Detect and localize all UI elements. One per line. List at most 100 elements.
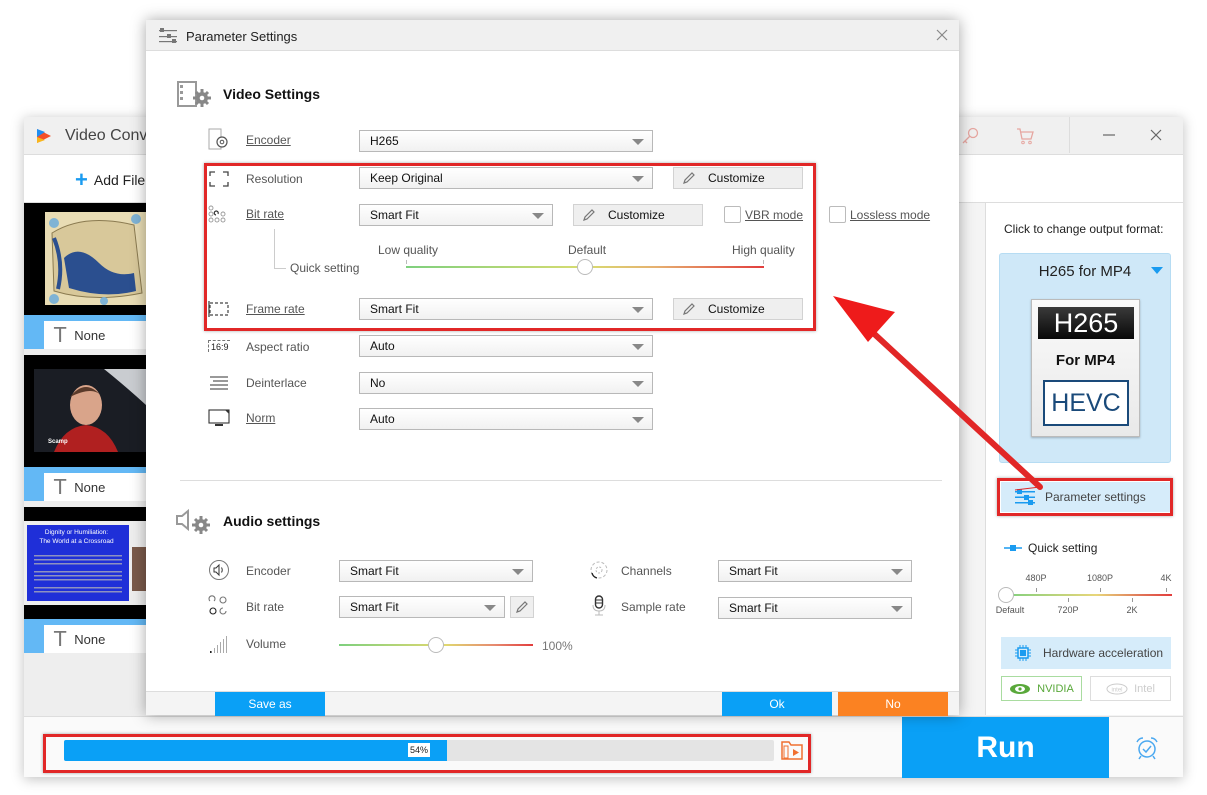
slide-subtitle: The World at a Crossroad (39, 538, 114, 545)
file-item[interactable]: T None (24, 203, 146, 351)
text-icon: T (54, 627, 67, 651)
video-settings-heading: Video Settings (177, 79, 320, 109)
quick-setting-title: Quick setting (1004, 541, 1097, 555)
key-icon[interactable] (960, 126, 980, 146)
tick-mark (1100, 588, 1101, 592)
subtitle-bar: T None (24, 315, 146, 349)
intel-button[interactable]: intel Intel (1090, 676, 1171, 701)
channels-icon (590, 561, 608, 579)
volume-bars-icon (210, 636, 227, 653)
subtitle-select[interactable]: T None (44, 473, 146, 501)
norm-value: Auto (370, 412, 395, 426)
nvidia-eye-icon (1010, 683, 1031, 694)
file-item[interactable]: Dignity or Humiliation: The World at a C… (24, 507, 146, 655)
channels-select[interactable]: Smart Fit (718, 560, 912, 582)
audio-bitrate-edit-button[interactable] (510, 596, 534, 618)
bottom-bar: 54% Run (24, 716, 1183, 778)
format-badge-hevc: HEVC (1043, 380, 1129, 426)
file-item[interactable]: Scamp T None (24, 355, 146, 503)
deinterlace-icon (210, 376, 228, 390)
deinterlace-select[interactable]: No (359, 372, 653, 394)
intel-logo-icon: intel (1106, 683, 1128, 694)
norm-select[interactable]: Auto (359, 408, 653, 430)
alarm-clock-icon[interactable] (1134, 735, 1160, 761)
plus-icon: + (75, 167, 88, 192)
subtitle-select[interactable]: T None (44, 321, 146, 349)
lossless-mode-label[interactable]: Lossless mode (850, 208, 930, 222)
tick-mark (1132, 598, 1133, 602)
no-button[interactable]: No (838, 692, 948, 716)
chevron-down-icon (1151, 267, 1163, 274)
close-icon[interactable] (1146, 125, 1166, 145)
dialog-title-bar: Parameter Settings (146, 20, 959, 51)
sample-rate-select[interactable]: Smart Fit (718, 597, 912, 619)
app-logo-icon (37, 129, 51, 143)
volume-slider-knob[interactable] (428, 637, 444, 653)
checkbox-box[interactable] (829, 206, 846, 223)
video-thumbnail: Dignity or Humiliation: The World at a C… (24, 507, 146, 619)
aspect-ratio-value: Auto (370, 339, 395, 353)
subtitle-value: None (74, 327, 106, 343)
aspect-ratio-select[interactable]: Auto (359, 335, 653, 357)
lossless-mode-checkbox[interactable]: Lossless mode (829, 206, 930, 223)
chevron-down-icon (632, 344, 644, 350)
sliders-icon (159, 28, 177, 43)
file-list: T None Scamp T None Dignity or Humiliati… (24, 203, 146, 716)
quick-setting-knob[interactable] (998, 587, 1014, 603)
chevron-down-icon (632, 381, 644, 387)
subtitle-select[interactable]: T None (44, 625, 146, 653)
encoder-label[interactable]: Encoder (246, 133, 291, 147)
encoder-gear-icon (208, 128, 228, 150)
save-as-button[interactable]: Save as (215, 692, 325, 716)
format-badge-container: For MP4 (1055, 352, 1116, 369)
intel-label: Intel (1134, 682, 1155, 695)
highlight-box (43, 734, 811, 773)
section-divider (180, 480, 942, 481)
quick-setting-icon (1004, 545, 1022, 551)
audio-encoder-value: Smart Fit (350, 564, 399, 578)
close-icon[interactable] (935, 28, 949, 42)
format-badge: H265 For MP4 HEVC (1031, 299, 1140, 437)
webcam-caption: Scamp (48, 439, 68, 445)
chevron-down-icon (891, 606, 903, 612)
tick-label: Default (995, 605, 1025, 615)
audio-bitrate-icon (208, 595, 227, 615)
cart-icon[interactable] (1015, 126, 1035, 146)
tick-mark (1166, 588, 1167, 592)
encoder-select[interactable]: H265 (359, 130, 653, 152)
chevron-down-icon (891, 569, 903, 575)
format-badge-codec: H265 (1038, 307, 1134, 339)
nvidia-button[interactable]: NVIDIA (1001, 676, 1082, 701)
run-button[interactable]: Run (902, 717, 1109, 778)
deinterlace-label: Deinterlace (246, 376, 307, 390)
quick-setting-track[interactable] (1004, 594, 1172, 596)
sample-rate-value: Smart Fit (729, 601, 778, 615)
minimize-icon[interactable] (1099, 125, 1119, 145)
tick-label: 720P (1057, 605, 1079, 615)
norm-label[interactable]: Norm (246, 411, 275, 425)
hardware-acceleration-button[interactable]: Hardware acceleration (1001, 637, 1171, 669)
titlebar-separator (1069, 117, 1070, 153)
chevron-down-icon (484, 605, 496, 611)
svg-text:intel: intel (1112, 687, 1123, 693)
tick-mark (1068, 598, 1069, 602)
output-format-name: H265 for MP4 (1038, 263, 1132, 280)
video-thumbnail (24, 203, 146, 315)
subtitle-value: None (74, 479, 106, 495)
tick-label: 1080P (1086, 573, 1114, 583)
output-format-selector[interactable]: H265 for MP4 H265 For MP4 HEVC (999, 253, 1171, 463)
audio-bitrate-label: Bit rate (246, 600, 285, 614)
ok-button[interactable]: Ok (722, 692, 832, 716)
quick-setting-label: Quick setting (1028, 541, 1098, 555)
chevron-down-icon (512, 569, 524, 575)
add-file-button[interactable]: + Add File (75, 167, 145, 192)
audio-encoder-select[interactable]: Smart Fit (339, 560, 533, 582)
speaker-icon (209, 560, 229, 580)
audio-bitrate-select[interactable]: Smart Fit (339, 596, 505, 618)
slide-title: Dignity or Humiliation: (44, 529, 109, 536)
video-settings-title: Video Settings (223, 86, 320, 102)
audio-settings-heading: Audio settings (175, 508, 320, 534)
volume-value: 100% (542, 639, 573, 653)
video-thumbnail: Scamp (24, 355, 146, 467)
pencil-icon (516, 601, 528, 613)
